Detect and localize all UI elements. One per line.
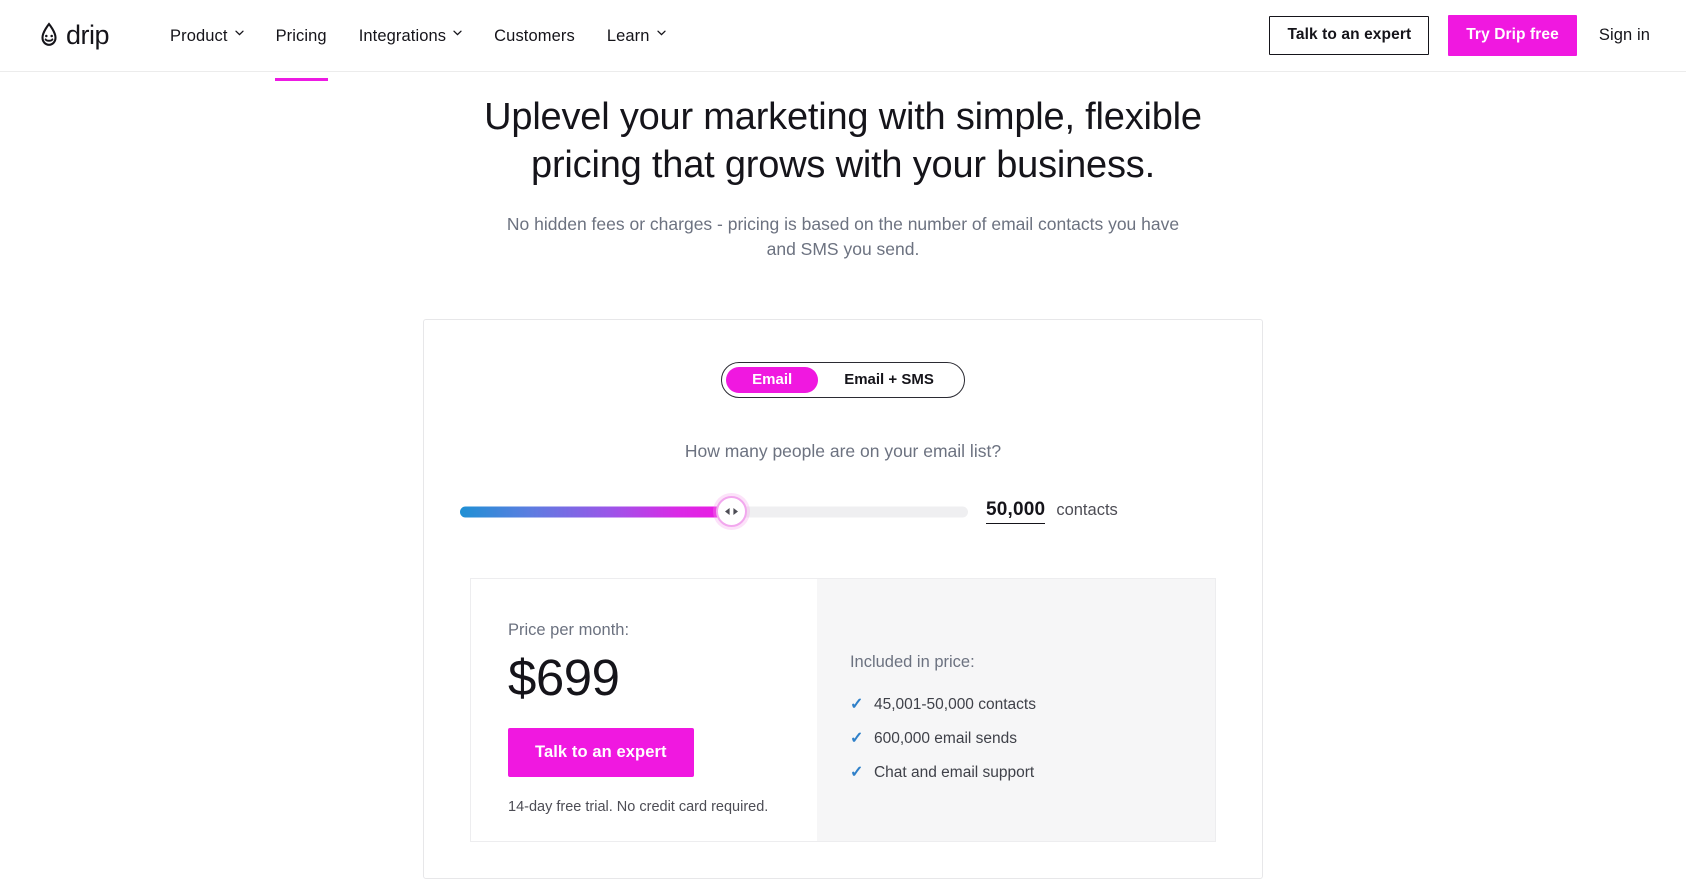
hero-section: Uplevel your marketing with simple, flex… — [0, 72, 1686, 263]
svg-text:drip: drip — [66, 21, 109, 50]
slider-track-fill — [460, 506, 732, 517]
price-summary-panel: Price per month: $699 Talk to an expert … — [470, 577, 1216, 842]
price-per-month-label: Price per month: — [508, 620, 630, 639]
left-right-arrows-icon — [723, 507, 740, 516]
nav-item-learn[interactable]: Learn — [591, 0, 682, 72]
drip-droplet-face-icon — [34, 21, 64, 51]
included-features-list: ✓ 45,001-50,000 contacts ✓ 600,000 email… — [850, 696, 1215, 782]
check-icon: ✓ — [849, 763, 864, 781]
talk-to-expert-button-nav[interactable]: Talk to an expert — [1269, 16, 1430, 55]
chevron-down-icon — [656, 30, 666, 39]
included-in-price-label: Included in price: — [849, 652, 975, 671]
top-navigation-bar: drip Product Pricing Integrations Custom… — [0, 0, 1686, 81]
nav-item-pricing-label: Pricing — [274, 0, 328, 81]
nav-item-pricing[interactable]: Pricing — [260, 0, 343, 81]
hero-subheading: No hidden fees or charges - pricing is b… — [506, 213, 1180, 260]
nav-item-customers-label: Customers — [494, 26, 575, 45]
nav-item-product-label: Product — [170, 26, 228, 45]
trial-fine-print: 14-day free trial. No credit card requir… — [508, 798, 769, 815]
contacts-count-value[interactable]: 50,000 — [986, 499, 1046, 524]
nav-item-integrations-label: Integrations — [358, 26, 447, 45]
talk-to-expert-button-cta[interactable]: Talk to an expert — [508, 727, 694, 777]
price-amount: $699 — [508, 648, 620, 706]
list-item-label: 600,000 email sends — [873, 729, 1017, 747]
drip-logo[interactable]: drip — [34, 21, 128, 51]
slider-thumb[interactable] — [715, 496, 747, 527]
nav-item-customers[interactable]: Customers — [478, 0, 591, 72]
contacts-unit-label: contacts — [1056, 501, 1118, 519]
nav-item-learn-label: Learn — [606, 26, 650, 45]
plan-type-toggle-wrapper: Email Email + SMS — [424, 361, 1262, 398]
list-item-label: 45,001-50,000 contacts — [873, 695, 1036, 713]
contacts-slider[interactable] — [460, 494, 968, 530]
pricing-calculator-card: Email Email + SMS How many people are on… — [423, 318, 1263, 879]
list-item-label: Chat and email support — [873, 763, 1035, 781]
included-features: Included in price: ✓ 45,001-50,000 conta… — [816, 578, 1215, 841]
chevron-down-icon — [453, 30, 462, 39]
drip-wordmark: drip — [66, 21, 128, 51]
try-drip-free-button[interactable]: Try Drip free — [1448, 15, 1577, 56]
page-title: Uplevel your marketing with simple, flex… — [484, 96, 1202, 186]
toggle-option-email[interactable]: Email — [726, 366, 819, 393]
price-details: Price per month: $699 Talk to an expert … — [471, 578, 817, 841]
nav-item-product[interactable]: Product — [154, 0, 260, 72]
list-item: ✓ 45,001-50,000 contacts — [850, 696, 1215, 714]
list-item: ✓ 600,000 email sends — [850, 730, 1215, 748]
check-icon: ✓ — [849, 695, 864, 713]
check-icon: ✓ — [849, 729, 864, 747]
nav-item-integrations[interactable]: Integrations — [343, 0, 478, 72]
contacts-value-display: 50,000 contacts — [986, 499, 1118, 524]
list-item: ✓ Chat and email support — [850, 764, 1215, 782]
chevron-down-icon — [234, 30, 244, 39]
main-nav: Product Pricing Integrations Customers L… — [154, 0, 682, 81]
nav-link-list: Product Pricing Integrations Customers L… — [154, 0, 682, 81]
calculator-question: How many people are on your email list? — [684, 440, 1002, 461]
contacts-slider-row: 50,000 contacts — [424, 494, 1262, 530]
pricing-calculator-section: Email Email + SMS How many people are on… — [0, 318, 1686, 879]
sign-in-link[interactable]: Sign in — [1599, 26, 1650, 45]
plan-type-toggle[interactable]: Email Email + SMS — [721, 361, 965, 398]
nav-actions: Talk to an expert Try Drip free Sign in — [1269, 15, 1650, 56]
toggle-option-email-sms[interactable]: Email + SMS — [818, 367, 960, 393]
